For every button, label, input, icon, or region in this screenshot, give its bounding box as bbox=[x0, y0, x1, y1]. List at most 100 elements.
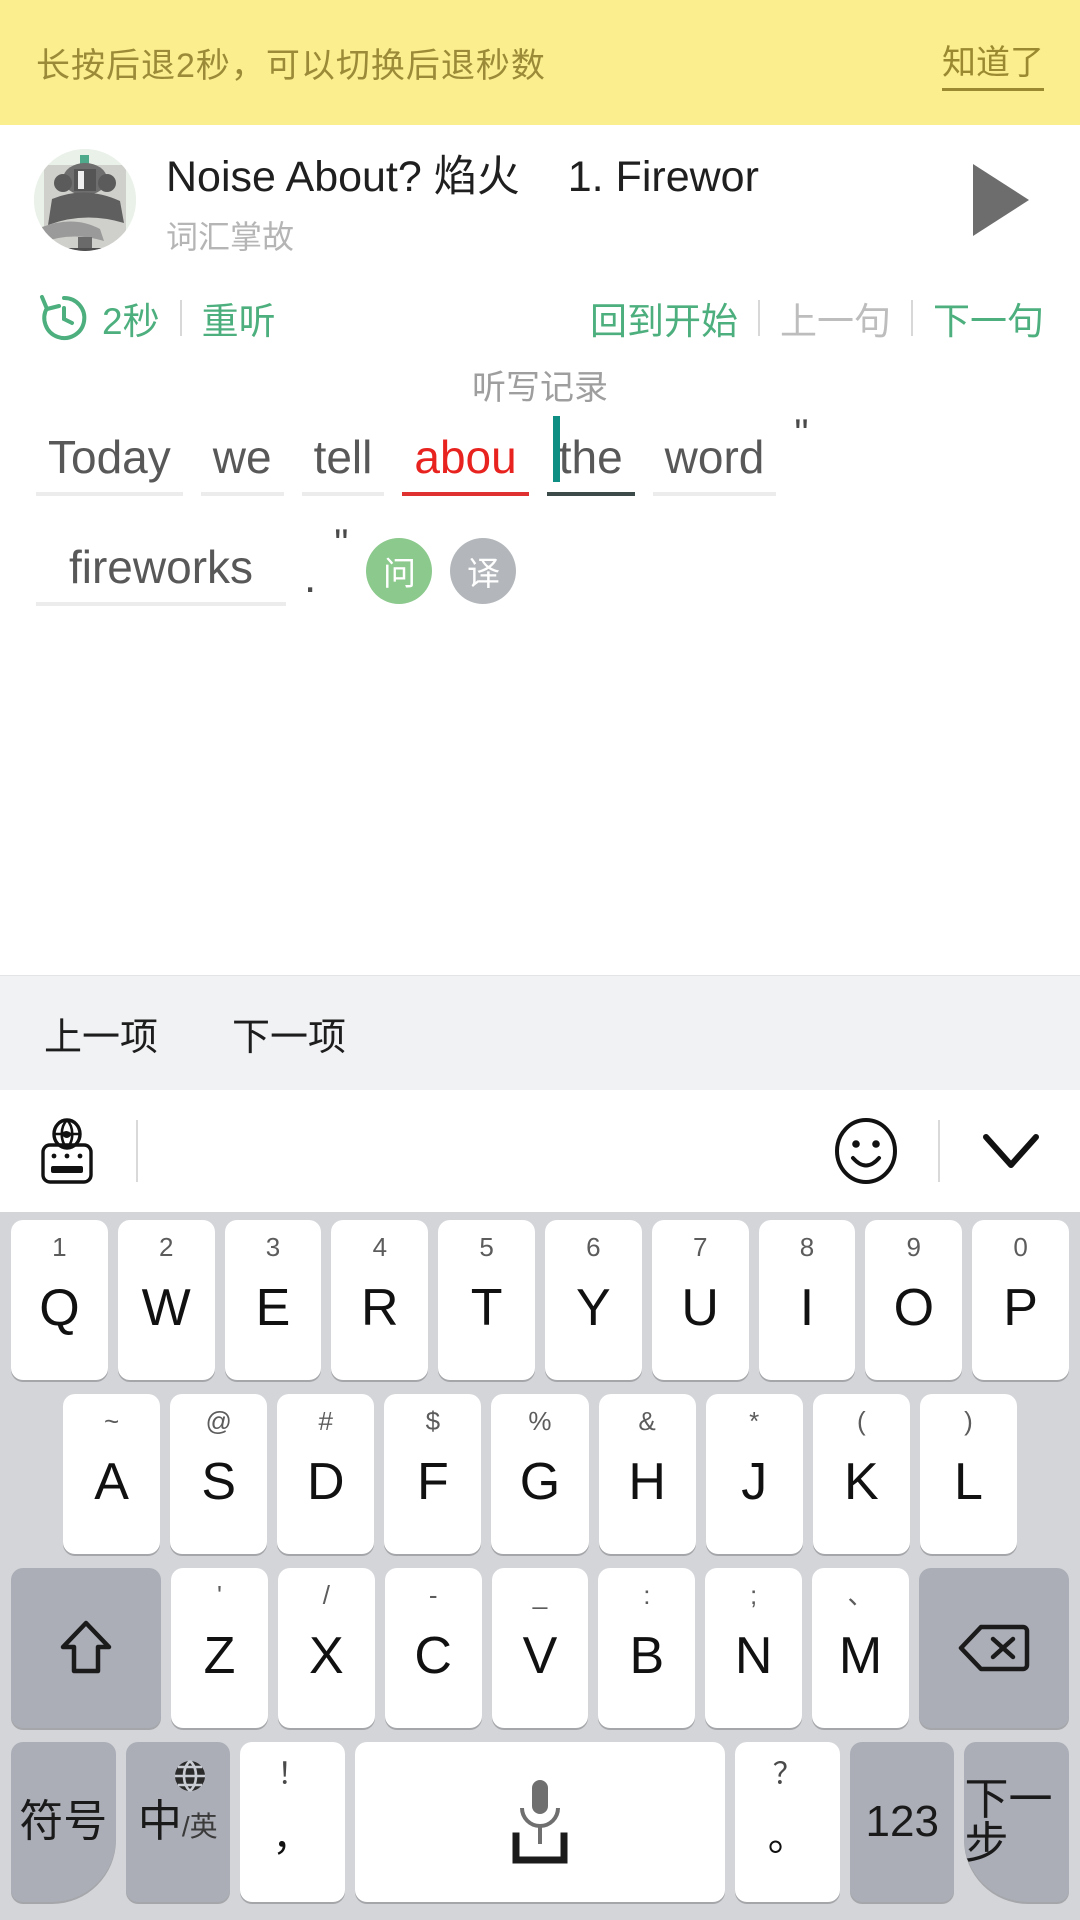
dictation-blank[interactable]: Today bbox=[36, 418, 183, 496]
key-sup-label: ; bbox=[750, 1580, 758, 1610]
track-subtitle: 词汇掌故 bbox=[166, 219, 295, 255]
dictation-punctuation: " bbox=[794, 412, 809, 456]
enter-next-key[interactable]: 下一步 bbox=[964, 1742, 1069, 1902]
dictation-word: abou bbox=[414, 431, 517, 483]
key-main-label: ， bbox=[272, 1815, 313, 1859]
key-g[interactable]: % G bbox=[491, 1394, 589, 1554]
numeric-key[interactable]: 123 bbox=[849, 1742, 955, 1902]
key-p[interactable]: 0P bbox=[972, 1220, 1069, 1380]
key-main-label: U bbox=[681, 1279, 719, 1337]
avatar-illustration bbox=[34, 149, 136, 251]
key-sup-label: 0 bbox=[1013, 1232, 1028, 1262]
next-sentence-button[interactable]: 下一句 bbox=[933, 291, 1044, 345]
microphone-icon bbox=[512, 1780, 568, 1864]
key-sup-label: 9 bbox=[906, 1232, 922, 1262]
key-d[interactable]: # D bbox=[277, 1394, 375, 1554]
replay-button[interactable]: 重听 bbox=[202, 291, 276, 345]
key-s[interactable]: @ S bbox=[170, 1394, 268, 1554]
key-k[interactable]: (K bbox=[812, 1394, 910, 1554]
key-e[interactable]: 3E bbox=[224, 1220, 322, 1380]
dictation-area[interactable]: Today we tell abou the word " fireworks … bbox=[0, 414, 1080, 638]
key-v[interactable]: _ V bbox=[491, 1568, 589, 1728]
previous-item-button[interactable]: 上一项 bbox=[44, 1006, 158, 1061]
chevron-down-icon[interactable] bbox=[978, 1129, 1044, 1173]
app-screen: 长按后退2秒，可以切换后退秒数 知道了 Noise About? 焰火 1. F… bbox=[0, 0, 1080, 1920]
dictation-punctuation: . bbox=[304, 553, 317, 602]
toolbar-divider bbox=[136, 1120, 138, 1182]
key-u[interactable]: 7U bbox=[651, 1220, 749, 1380]
dictation-punctuation: " bbox=[334, 522, 349, 566]
track-meta: Noise About? 焰火 1. Firewor 词汇掌故 bbox=[166, 142, 950, 258]
key-j[interactable]: * J bbox=[705, 1394, 803, 1554]
key-main-label: I bbox=[799, 1279, 815, 1337]
translate-button[interactable]: 译 bbox=[450, 538, 517, 604]
symbol-key[interactable]: 符号 bbox=[11, 1742, 116, 1902]
shift-key[interactable] bbox=[11, 1568, 162, 1728]
key-r[interactable]: 4R bbox=[331, 1220, 429, 1380]
key-y[interactable]: 6Y bbox=[545, 1220, 642, 1380]
dictation-blank-active[interactable]: the bbox=[546, 416, 635, 496]
key-main-label: A bbox=[94, 1453, 129, 1511]
key-sup-label: # bbox=[318, 1406, 333, 1436]
key-i[interactable]: 8I bbox=[758, 1220, 856, 1380]
comma-key[interactable]: ！ ， bbox=[240, 1742, 345, 1902]
key-o[interactable]: 9O bbox=[865, 1220, 963, 1380]
key-q[interactable]: 1Q bbox=[11, 1220, 108, 1380]
next-item-button[interactable]: 下一项 bbox=[232, 1006, 346, 1061]
globe-keyboard-icon[interactable] bbox=[36, 1118, 98, 1184]
key-l[interactable]: ) L bbox=[919, 1394, 1017, 1554]
dictation-blank[interactable]: tell bbox=[301, 418, 385, 496]
key-main-label: J bbox=[741, 1453, 768, 1511]
previous-sentence-button[interactable]: 上一句 bbox=[780, 291, 891, 345]
rewind-seconds-label[interactable]: 2秒 bbox=[102, 291, 160, 345]
key-main-label: V bbox=[522, 1627, 558, 1685]
key-main-label: Y bbox=[576, 1279, 611, 1337]
podcast-avatar[interactable] bbox=[34, 149, 136, 251]
key-main-label: 。 bbox=[767, 1815, 808, 1859]
language-switch-key[interactable]: 中/英 bbox=[125, 1742, 230, 1902]
ask-question-button[interactable]: 问 bbox=[366, 538, 433, 604]
key-sup-label: 4 bbox=[372, 1232, 388, 1262]
back-to-start-button[interactable]: 回到开始 bbox=[590, 291, 738, 345]
backspace-key[interactable] bbox=[918, 1568, 1069, 1728]
period-key[interactable]: ？ 。 bbox=[735, 1742, 840, 1902]
dictation-blank[interactable]: word bbox=[652, 418, 777, 496]
key-h[interactable]: & H bbox=[598, 1394, 696, 1554]
dictation-blank[interactable]: we bbox=[200, 418, 284, 496]
key-main-label: P bbox=[1003, 1279, 1038, 1337]
smiley-face-icon[interactable] bbox=[832, 1117, 900, 1185]
globe-icon bbox=[175, 1760, 205, 1792]
play-button[interactable] bbox=[956, 155, 1046, 245]
key-sup-label: ' bbox=[217, 1580, 222, 1610]
key-sup-label: * bbox=[749, 1406, 760, 1436]
key-sup-label: - bbox=[428, 1580, 438, 1610]
key-main-label: F bbox=[417, 1453, 449, 1511]
key-c[interactable]: -C bbox=[384, 1568, 482, 1728]
key-t[interactable]: 5T bbox=[438, 1220, 535, 1380]
key-n[interactable]: ; N bbox=[705, 1568, 803, 1728]
key-b[interactable]: :B bbox=[598, 1568, 696, 1728]
dictation-blank-incorrect[interactable]: abou bbox=[402, 418, 529, 496]
symbol-key-label: 符号 bbox=[19, 1797, 108, 1846]
playback-controls: 2秒 重听 回到开始 上一句 下一句 bbox=[0, 275, 1080, 361]
key-sup-label: ？ bbox=[772, 1758, 803, 1791]
ime-navigation-bar: 上一项 下一项 bbox=[0, 975, 1080, 1090]
key-m[interactable]: 、 M bbox=[812, 1568, 909, 1728]
key-a[interactable]: ~ A bbox=[63, 1394, 161, 1554]
key-sup-label: 7 bbox=[692, 1232, 708, 1262]
space-key[interactable] bbox=[354, 1742, 726, 1902]
key-w[interactable]: 2W bbox=[117, 1220, 215, 1380]
rewind-clock-icon[interactable] bbox=[36, 290, 92, 346]
key-f[interactable]: $ F bbox=[384, 1394, 482, 1554]
dictation-word: the bbox=[558, 431, 623, 483]
key-x[interactable]: / X bbox=[277, 1568, 375, 1728]
tip-banner: 长按后退2秒，可以切换后退秒数 知道了 bbox=[0, 0, 1080, 125]
tip-banner-dismiss-button[interactable]: 知道了 bbox=[942, 35, 1044, 91]
key-sup-label: ！ bbox=[277, 1758, 308, 1791]
backspace-delete-icon bbox=[958, 1624, 1030, 1672]
enter-key-label: 下一步 bbox=[964, 1775, 1053, 1868]
key-z[interactable]: ' Z bbox=[171, 1568, 268, 1728]
ask-button-label: 问 bbox=[382, 555, 416, 592]
translate-button-label: 译 bbox=[466, 555, 500, 592]
dictation-blank[interactable]: fireworks bbox=[36, 528, 286, 606]
